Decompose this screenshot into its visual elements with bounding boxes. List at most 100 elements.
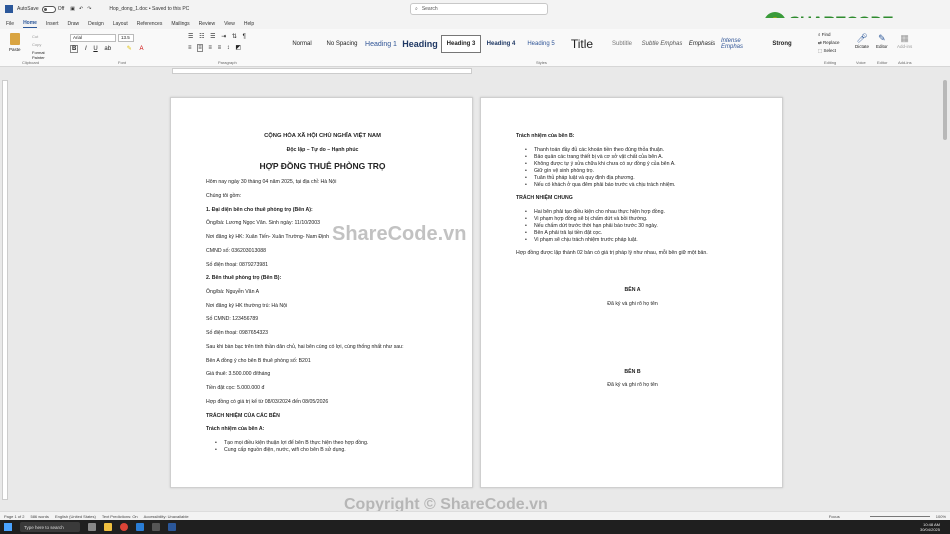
- scrollbar-thumb[interactable]: [943, 80, 947, 140]
- style-emphasis[interactable]: Emphasis: [683, 35, 721, 53]
- taskbar: Type here to search 10:48 AM 30/04/2025: [0, 520, 950, 534]
- language-indicator[interactable]: English (United States): [55, 514, 96, 519]
- strikethrough-icon[interactable]: ab: [104, 46, 111, 52]
- search-icon: ⌕: [415, 6, 418, 12]
- dictate-button[interactable]: 🎤︎ Dictate: [855, 33, 869, 49]
- bullets-icon[interactable]: ☰: [188, 34, 193, 40]
- style-strong[interactable]: Strong: [763, 35, 801, 53]
- sign-b-note: Đã ký và ghi rõ họ tên: [607, 382, 658, 388]
- price-text: Giá thuê: 3.500.000 đ/tháng: [206, 371, 271, 377]
- party-b-phone: Số điện thoại: 0987654323: [206, 330, 269, 336]
- word-count[interactable]: 586 words: [30, 514, 48, 519]
- word-taskbar-icon[interactable]: [168, 523, 176, 531]
- room-text: Bên A đồng ý cho bên B thuê phòng số: B2…: [206, 358, 311, 364]
- style-subtitle[interactable]: Subtitle: [603, 35, 641, 53]
- align-right-icon[interactable]: ≡: [208, 45, 212, 51]
- party-b-resp-heading: Trách nhiệm của bên B:: [516, 133, 575, 139]
- redo-icon[interactable]: ↷: [87, 6, 91, 12]
- menu-insert[interactable]: Insert: [46, 21, 59, 27]
- vertical-scrollbar[interactable]: [942, 78, 948, 508]
- line-spacing-icon[interactable]: ↕: [227, 45, 230, 51]
- autosave-toggle[interactable]: [41, 5, 56, 13]
- app-icon[interactable]: [152, 523, 160, 531]
- responsibility-heading: TRÁCH NHIỆM CỦA CÁC BÊN: [206, 413, 280, 419]
- list-item: Không được tự ý sửa chữa khi chưa có sự …: [525, 161, 676, 167]
- menu-review[interactable]: Review: [199, 21, 215, 27]
- chrome-icon[interactable]: [120, 523, 128, 531]
- undo-icon[interactable]: ↶: [79, 6, 83, 12]
- indent-icon[interactable]: ⇥: [221, 34, 226, 40]
- align-left-icon[interactable]: ≡: [188, 45, 192, 51]
- zoom-slider[interactable]: [869, 515, 930, 517]
- windows-start-icon[interactable]: [4, 523, 12, 531]
- addins-button[interactable]: ▦ Add-ins: [897, 33, 912, 49]
- paste-button[interactable]: Paste: [9, 47, 21, 52]
- menu-home[interactable]: Home: [23, 20, 37, 28]
- style-heading-3[interactable]: Heading 3: [441, 35, 481, 53]
- underline-icon[interactable]: U: [93, 46, 97, 52]
- pilcrow-icon[interactable]: ¶: [243, 34, 246, 40]
- align-center-icon[interactable]: ≡: [197, 44, 203, 52]
- style-intense-emphasis[interactable]: Intense Emphas: [721, 35, 763, 53]
- text-predictions[interactable]: Text Predictions: On: [102, 514, 138, 519]
- menu-mailings[interactable]: Mailings: [171, 21, 189, 27]
- multilevel-icon[interactable]: ☰: [210, 34, 215, 40]
- menu-layout[interactable]: Layout: [113, 21, 128, 27]
- focus-button[interactable]: Focus: [829, 514, 840, 519]
- list-item: Thanh toán đầy đủ các khoản tiền theo đú…: [525, 147, 664, 153]
- addins-icon: ▦: [900, 33, 909, 43]
- menu-help[interactable]: Help: [244, 21, 254, 27]
- shading-icon[interactable]: ◩: [235, 45, 241, 51]
- numbering-icon[interactable]: ☷: [199, 34, 204, 40]
- search-box[interactable]: ⌕ Search: [410, 3, 548, 15]
- file-explorer-icon[interactable]: [104, 523, 112, 531]
- ruler-track[interactable]: [172, 68, 472, 74]
- zoom-level[interactable]: 100%: [936, 514, 946, 519]
- font-color-icon[interactable]: A: [139, 46, 143, 52]
- accessibility-status[interactable]: Accessibility: Unavailable: [144, 514, 189, 519]
- editor-button[interactable]: ✎ Editor: [876, 33, 888, 49]
- document-page-1[interactable]: CỘNG HÒA XÃ HỘI CHỦ NGHĨA VIỆT NAM Độc l…: [170, 97, 473, 488]
- find-button[interactable]: ⌕ Find: [818, 31, 840, 39]
- style-heading-1[interactable]: Heading 1: [362, 35, 400, 53]
- style-title[interactable]: Title: [561, 35, 603, 53]
- page-indicator[interactable]: Page 1 of 2: [4, 514, 24, 519]
- sort-icon[interactable]: ⇅: [232, 34, 237, 40]
- highlight-icon[interactable]: ✎: [127, 46, 132, 52]
- bold-icon[interactable]: B: [70, 45, 79, 53]
- style-normal[interactable]: Normal: [282, 35, 322, 53]
- italic-icon[interactable]: I: [85, 46, 87, 52]
- autosave-state: Off: [57, 6, 65, 12]
- replace-button[interactable]: ⇄ Replace: [818, 39, 840, 47]
- party-b-id: Số CMND: 123456789: [206, 316, 259, 322]
- style-heading[interactable]: Heading: [400, 35, 440, 53]
- select-button[interactable]: ⬚ Select: [818, 47, 840, 55]
- menu-view[interactable]: View: [224, 21, 235, 27]
- editing-group: ⌕ Find ⇄ Replace ⬚ Select: [818, 31, 840, 55]
- sign-b-title: BÊN B: [624, 369, 641, 375]
- list-item: Vi phạm sẽ chịu trách nhiệm trước pháp l…: [525, 237, 638, 243]
- format-painter-button[interactable]: Format Painter: [32, 50, 58, 60]
- save-icon[interactable]: ▣: [70, 6, 75, 12]
- taskbar-search[interactable]: Type here to search: [20, 522, 80, 532]
- menu-file[interactable]: File: [6, 21, 14, 27]
- task-view-icon[interactable]: [88, 523, 96, 531]
- cut-button[interactable]: Cut: [32, 34, 38, 39]
- font-size-select[interactable]: 13.5: [118, 34, 134, 42]
- copy-button[interactable]: Copy: [32, 42, 41, 47]
- menu-design[interactable]: Design: [88, 21, 104, 27]
- sign-a-note: Đã ký và ghi rõ họ tên: [607, 301, 658, 307]
- font-name-select[interactable]: Arial: [70, 34, 116, 42]
- style-heading-5[interactable]: Heading 5: [521, 35, 561, 53]
- style-no-spacing[interactable]: No Spacing: [322, 35, 362, 53]
- national-title: CỘNG HÒA XÃ HỘI CHỦ NGHĨA VIỆT NAM: [264, 133, 381, 139]
- style-heading-4[interactable]: Heading 4: [481, 35, 521, 53]
- menu-draw[interactable]: Draw: [67, 21, 79, 27]
- paste-icon[interactable]: [10, 33, 20, 45]
- menu-references[interactable]: References: [137, 21, 163, 27]
- document-page-2[interactable]: Trách nhiệm của bên B: Thanh toán đầy đủ…: [480, 97, 783, 488]
- style-subtle-emphasis[interactable]: Subtle Emphas: [641, 35, 683, 53]
- justify-icon[interactable]: ≡: [218, 45, 222, 51]
- styles-label: Styles: [536, 60, 547, 65]
- vscode-icon[interactable]: [136, 523, 144, 531]
